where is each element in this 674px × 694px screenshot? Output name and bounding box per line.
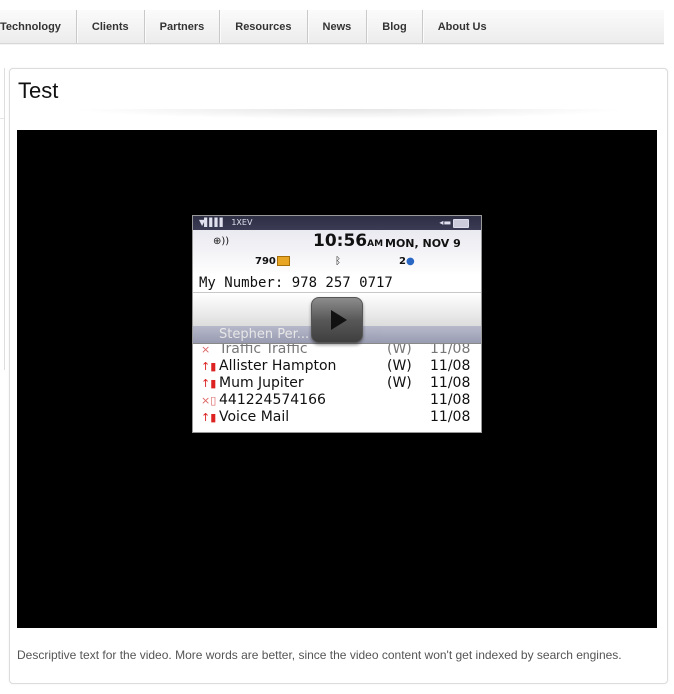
nav-item-resources[interactable]: Resources	[220, 10, 308, 43]
signal-icon: ▼▌▌▌▌	[199, 218, 226, 227]
list-item: × Traffic Traffic (W) 11/08	[201, 344, 471, 357]
play-overlay: Stephen Per...	[193, 292, 481, 344]
list-item: ↑▮ Allister Hampton (W) 11/08	[201, 358, 471, 374]
video-thumbnail: ▼▌▌▌▌ 1XEV ◂▬ ⊕)) 10:56AM MON, NOV 9 790…	[192, 215, 482, 433]
nav-item-news[interactable]: News	[308, 10, 368, 43]
outgoing-call-icon: ↑▮	[201, 411, 217, 424]
outgoing-call-icon: ↑▮	[201, 360, 217, 373]
network-label: 1XEV	[231, 218, 253, 227]
phone-date: MON, NOV 9	[385, 237, 461, 250]
bluetooth-icon: ᛒ	[335, 256, 341, 267]
nav-item-technology[interactable]: Technology	[0, 10, 77, 43]
missed-call-icon: ×▯	[201, 394, 217, 407]
list-item: ↑▮ Mum Jupiter (W) 11/08	[201, 375, 471, 391]
envelope-icon	[276, 256, 290, 266]
page-title: Test	[18, 78, 59, 103]
outgoing-call-icon: ↑▮	[201, 377, 217, 390]
nav-item-clients[interactable]: Clients	[77, 10, 145, 43]
sidebar-divider	[0, 118, 4, 119]
missed-call-icon: ×	[201, 344, 211, 356]
radio-icon: ⊕))	[213, 236, 230, 247]
content-card: Test ▼▌▌▌▌ 1XEV ◂▬ ⊕)) 10:56AM MON, NOV …	[9, 68, 668, 684]
message-count: 790	[255, 256, 290, 267]
contact-icon: ●	[405, 256, 415, 267]
play-icon	[331, 310, 347, 330]
top-navigation: Technology Clients Partners Resources Ne…	[0, 10, 664, 44]
thumbnail-reflection: ↑▮ Voice Mail 11/08 ×▯ 441224574166 11/0…	[192, 431, 482, 526]
nav-item-partners[interactable]: Partners	[145, 10, 221, 43]
title-divider-shadow	[70, 109, 630, 119]
battery-icon	[453, 219, 469, 228]
my-number: My Number: 978 257 0717	[193, 274, 481, 292]
sidebar-edge	[0, 68, 5, 370]
video-description: Descriptive text for the video. More wor…	[17, 648, 622, 662]
list-item: ×▯ 441224574166 11/08	[201, 392, 471, 408]
play-button[interactable]	[311, 297, 363, 343]
phone-clock: 10:56AM	[313, 231, 384, 251]
nav-item-about-us[interactable]: About Us	[423, 10, 502, 43]
nav-item-blog[interactable]: Blog	[367, 10, 423, 43]
phone-status-bar: ▼▌▌▌▌ 1XEV ◂▬	[193, 216, 481, 230]
call-log: × Traffic Traffic (W) 11/08 ↑▮ Allister …	[193, 344, 481, 426]
video-player[interactable]: ▼▌▌▌▌ 1XEV ◂▬ ⊕)) 10:56AM MON, NOV 9 790…	[17, 130, 657, 628]
pin-count: 2●	[399, 256, 415, 267]
phone-header: ⊕)) 10:56AM MON, NOV 9 790 ᛒ 2●	[193, 230, 481, 274]
charging-icon: ◂▬	[439, 218, 451, 227]
list-item: ↑▮ Voice Mail 11/08	[201, 409, 471, 425]
reflection-fade	[192, 431, 482, 526]
